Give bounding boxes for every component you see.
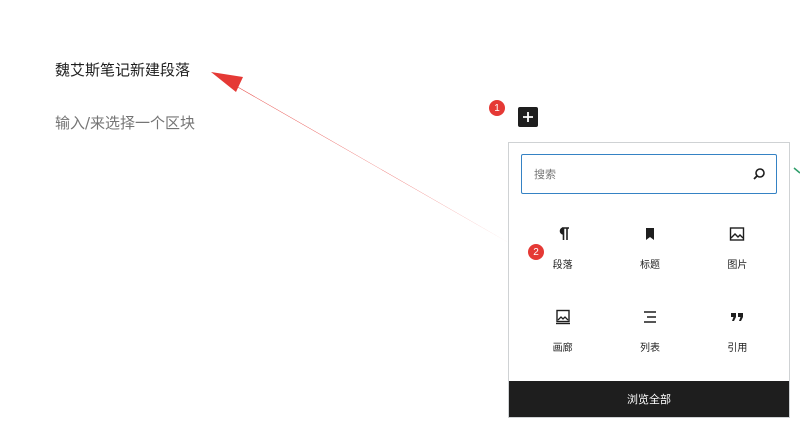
quote-icon xyxy=(731,313,744,321)
block-list[interactable]: 列表 xyxy=(606,308,693,358)
annotation-callout-2: 2 xyxy=(528,244,544,260)
block-quote[interactable]: 引用 xyxy=(694,308,781,358)
image-icon xyxy=(730,227,745,241)
block-label: 列表 xyxy=(639,343,660,354)
block-label: 段落 xyxy=(552,260,573,271)
block-label: 画廊 xyxy=(552,343,573,354)
editor-canvas: 魏艾斯笔记新建段落 输入/来选择一个区块 1 段落 xyxy=(0,0,800,434)
block-label: 引用 xyxy=(727,343,748,354)
search-input[interactable] xyxy=(534,167,752,181)
block-grid: 段落 标题 图片 画廊 列表 引用 xyxy=(519,225,781,358)
block-label: 标题 xyxy=(639,260,660,271)
side-edge-marker xyxy=(793,167,800,174)
inserter-toggle-button[interactable] xyxy=(518,107,538,127)
paragraph-icon xyxy=(559,227,569,240)
block-inserter-panel: 段落 标题 图片 画廊 xyxy=(508,142,790,418)
block-gallery[interactable]: 画廊 xyxy=(519,308,606,358)
annotation-callout-1: 1 xyxy=(489,100,505,116)
paragraph-block[interactable]: 魏艾斯笔记新建段落 xyxy=(55,59,190,80)
block-heading[interactable]: 标题 xyxy=(606,225,693,275)
block-placeholder[interactable]: 输入/来选择一个区块 xyxy=(55,112,195,133)
plus-icon xyxy=(523,112,533,122)
bookmark-heading-icon xyxy=(645,228,654,240)
gallery-icon xyxy=(555,309,570,325)
block-image[interactable]: 图片 xyxy=(694,225,781,275)
block-label: 图片 xyxy=(727,260,748,271)
list-icon xyxy=(643,311,656,323)
search-icon[interactable] xyxy=(752,167,766,181)
browse-all-button[interactable]: 浏览全部 xyxy=(509,381,789,417)
search-box xyxy=(521,154,777,194)
